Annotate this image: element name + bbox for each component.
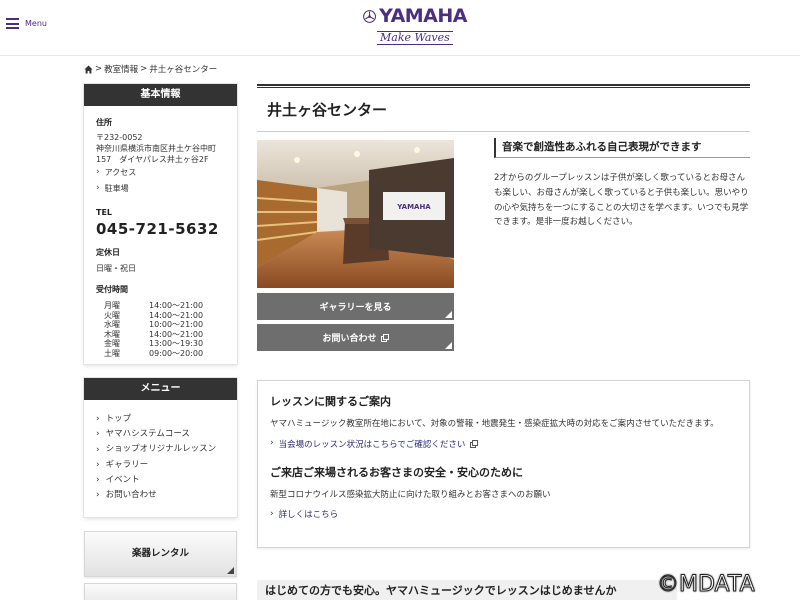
basic-info-heading: 基本情報 <box>84 84 237 106</box>
safety-notice-heading: ご来店ご来場されるお客さまの安全・安心のために <box>270 465 523 479</box>
access-link[interactable]: › アクセス <box>96 167 225 178</box>
tuning-fork-emblem-icon <box>363 9 376 23</box>
phone-number[interactable]: 045-721-5632 <box>96 220 225 238</box>
instrument-rental-label: 楽器レンタル <box>131 548 189 559</box>
reception-hours-label: 受付時間 <box>96 285 128 294</box>
lesson-status-link[interactable]: › 当会場のレッスン状況はこちらでご確認ください <box>270 438 737 450</box>
address-label: 住所 <box>96 118 112 127</box>
external-link-icon <box>380 333 389 342</box>
tel-label: TEL <box>96 208 113 217</box>
corner-arrow-icon <box>445 311 452 318</box>
hours-row: 月曜 14:00〜21:00 <box>104 301 204 310</box>
lobby-image: YAMAHA <box>257 140 454 288</box>
chevron-right-icon: › <box>270 438 274 448</box>
corner-arrow-icon <box>445 342 452 349</box>
instrument-rental-button[interactable]: 楽器レンタル <box>84 531 237 577</box>
lesson-notice-heading: レッスンに関するご案内 <box>270 395 391 408</box>
sidebar-next-button[interactable] <box>84 583 237 600</box>
page-title-bar: 井土ヶ谷センター <box>257 84 750 132</box>
sidebar-item-events[interactable]: › イベント <box>96 473 227 488</box>
hours-row: 木曜 14:00〜21:00 <box>104 329 204 339</box>
hours-row: 火曜 14:00〜21:00 <box>104 310 204 320</box>
chevron-right-icon: › <box>96 183 100 193</box>
sidebar-item-top[interactable]: › トップ <box>96 412 227 427</box>
contact-button[interactable]: お問い合わせ <box>257 324 454 351</box>
intro-heading: 音楽で創造性あふれる自己表現ができます <box>494 138 750 158</box>
contact-button-label: お問い合わせ <box>322 334 377 344</box>
basic-info-panel: 基本情報 住所 〒232-0052 神奈川県横浜市南区井土ケ谷中町 157 ダイ… <box>84 84 237 364</box>
sidebar-item-gallery[interactable]: › ギャラリー <box>96 458 227 473</box>
sidebar-item-system-course[interactable]: › ヤマハシステムコース <box>96 427 227 442</box>
chevron-right-icon: › <box>96 459 100 470</box>
copyright-watermark: ©MDATA <box>657 572 756 598</box>
page-title: 井土ヶ谷センター <box>267 101 388 119</box>
yamaha-logo[interactable]: YAMAHA Make Waves <box>363 6 467 50</box>
parking-link-label: 駐車場 <box>104 184 129 193</box>
hours-row: 水曜 10:00〜21:00 <box>104 320 204 329</box>
closed-days-value: 日曜・祝日 <box>96 264 136 273</box>
sidebar-item-contact[interactable]: › お問い合わせ <box>96 488 227 503</box>
logo-tagline: Make Waves <box>377 31 453 45</box>
lesson-status-link-label: 当会場のレッスン状況はこちらでご確認ください <box>278 439 466 450</box>
breadcrumb: > 教室情報 > 井土ヶ谷センター <box>84 63 217 75</box>
closed-days-label: 定休日 <box>96 248 120 257</box>
corner-arrow-icon <box>227 567 234 574</box>
notice-box: レッスンに関するご案内 ヤマハミュージック教室所在地において、対象の警報・地震発… <box>257 380 750 548</box>
svg-text:YAMAHA: YAMAHA <box>396 203 431 211</box>
breadcrumb-separator: > <box>140 64 148 74</box>
sidebar-menu-heading: メニュー <box>84 378 237 400</box>
gallery-button-label: ギャラリーを見る <box>319 303 392 313</box>
hours-row: 土曜 09:00〜20:00 <box>104 348 204 358</box>
address-line: 157 ダイヤパレス井土ヶ谷2F <box>96 155 209 164</box>
hamburger-icon <box>6 18 19 29</box>
external-link-icon <box>470 439 479 448</box>
chevron-right-icon: › <box>96 429 100 440</box>
breadcrumb-separator: > <box>95 64 103 74</box>
intro-section: 音楽で創造性あふれる自己表現ができます 2才からのグループレッスンは子供が楽しく… <box>494 138 750 230</box>
address-line: 神奈川県横浜市南区井土ケ谷中町 <box>96 144 216 153</box>
parking-link[interactable]: › 駐車場 <box>96 183 225 194</box>
lesson-notice-text: ヤマハミュージック教室所在地において、対象の警報・地震発生・感染症拡大時の対応を… <box>270 419 719 429</box>
intro-text: 2才からのグループレッスンは子供が楽しく歌っているとお母さんも楽しい、お母さんが… <box>494 173 749 228</box>
chevron-right-icon: › <box>270 508 274 519</box>
home-icon[interactable] <box>84 64 93 74</box>
safety-details-link[interactable]: › 詳しくはこちら <box>270 508 737 520</box>
address-line: 〒232-0052 <box>96 133 143 142</box>
sidebar-menu-panel: メニュー › トップ › ヤマハシステムコース › ショップオリジナルレッスン › ギャ… <box>84 378 237 517</box>
logo-wordmark: YAMAHA <box>379 5 467 27</box>
breadcrumb-current: 井土ヶ谷センター <box>149 65 218 75</box>
chevron-right-icon: › <box>96 444 100 455</box>
breadcrumb-classroom-info[interactable]: 教室情報 <box>104 63 138 75</box>
chevron-right-icon: › <box>96 474 100 485</box>
classroom-photo: YAMAHA <box>257 140 454 288</box>
menu-label: Menu <box>25 19 47 28</box>
access-link-label: アクセス <box>104 168 137 177</box>
chevron-right-icon: › <box>96 490 100 501</box>
beginner-banner[interactable]: はじめての方でも安心。ヤマハミュージックでレッスンはじめませんか <box>257 580 677 600</box>
safety-notice-text: 新型コロナウイルス感染拡大防止に向けた取り組みとお客さまへのお願い <box>270 489 551 500</box>
chevron-right-icon: › <box>96 167 100 177</box>
safety-details-link-label: 詳しくはこちら <box>278 510 339 520</box>
hours-row: 金曜 13:00〜19:30 <box>104 339 204 348</box>
address-text: 〒232-0052 神奈川県横浜市南区井土ケ谷中町 157 ダイヤパレス井土ヶ谷… <box>96 132 225 165</box>
chevron-right-icon: › <box>96 414 100 425</box>
reception-hours-table: 月曜 14:00〜21:00 火曜 14:00〜21:00 水曜 10:00〜21:0… <box>104 301 225 358</box>
menu-button[interactable]: Menu <box>6 18 47 29</box>
site-header: Menu YAMAHA Make Waves <box>0 0 800 56</box>
sidebar-item-original-lesson[interactable]: › ショップオリジナルレッスン <box>96 442 227 457</box>
gallery-button[interactable]: ギャラリーを見る <box>257 293 454 320</box>
